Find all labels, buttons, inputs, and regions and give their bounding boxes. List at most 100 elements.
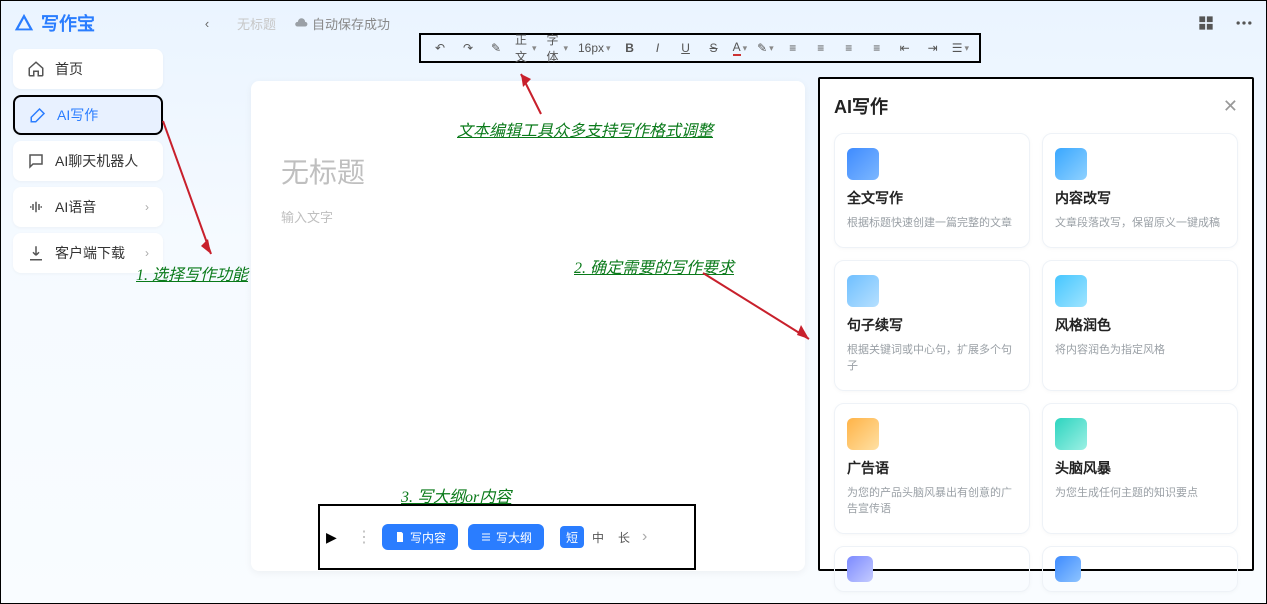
font-family-select[interactable]: 字体▾ [547,31,569,65]
card-desc: 为您的产品头脑风暴出有创意的广告宣传语 [847,486,1017,517]
sidebar-item-label: AI语音 [55,197,96,217]
select-label: 16px [578,41,604,55]
card-title: 头脑风暴 [1055,458,1225,478]
ai-card-extra-2[interactable] [1042,546,1238,592]
font-size-select[interactable]: 16px▾ [578,41,611,55]
chevron-right-icon: › [145,246,149,260]
button-label: 写大纲 [496,529,532,546]
sidebar-item-ai-voice[interactable]: AI语音 › [13,187,163,227]
length-long[interactable]: 长 [612,526,636,548]
select-label: 字体 [547,31,562,65]
underline-button[interactable]: U [677,41,695,55]
cloud-icon [294,16,308,30]
align-right-button[interactable]: ≡ [840,41,858,55]
button-label: 写内容 [410,529,446,546]
annotation-editor-tip: 文本编辑工具众多支持写作格式调整 [457,117,713,141]
annotation-arrow-2 [701,271,821,351]
indent-decrease-button[interactable]: ⇤ [896,41,914,55]
chat-icon [27,152,45,170]
ai-card-rewrite[interactable]: 内容改写 文章段落改写，保留原义一键成稿 [1042,133,1238,248]
card-desc: 文章段落改写，保留原义一键成稿 [1055,216,1225,231]
highlight-color-button[interactable]: ✎▾ [757,41,774,55]
card-icon [1055,148,1087,180]
card-title: 全文写作 [847,188,1017,208]
align-justify-button[interactable]: ≡ [868,41,886,55]
italic-button[interactable]: I [649,41,667,55]
redo-button[interactable]: ↷ [459,41,477,55]
chevron-right-icon[interactable]: › [642,528,647,546]
sidebar-item-label: 客户端下载 [55,243,125,263]
write-outline-button[interactable]: 写大纲 [468,524,544,550]
card-icon [847,275,879,307]
ai-card-polish[interactable]: 风格润色 将内容润色为指定风格 [1042,260,1238,391]
sound-icon [27,198,45,216]
body-input[interactable]: 输入文字 [281,207,775,226]
sidebar: 首页 AI写作 AI聊天机器人 AI语音 › 客户端下载 › [13,49,163,279]
card-desc: 根据标题快速创建一篇完整的文章 [847,216,1017,231]
card-icon [1055,418,1087,450]
grid-icon[interactable] [1196,13,1216,33]
sidebar-item-home[interactable]: 首页 [13,49,163,89]
card-title: 句子续写 [847,315,1017,335]
pencil-icon [29,106,47,124]
write-content-button[interactable]: 写内容 [382,524,458,550]
card-icon [1055,275,1087,307]
expand-handle-icon[interactable]: ▶ [320,529,342,546]
card-icon [1055,556,1081,582]
chevron-right-icon: › [145,200,149,214]
align-left-button[interactable]: ≡ [784,41,802,55]
close-icon[interactable]: ✕ [1223,96,1238,117]
card-title: 广告语 [847,458,1017,478]
compose-bar: ▶ ⋮ 写内容 写大纲 短 中 长 › [318,504,696,570]
annotation-step3: 3. 写大纲or内容 [401,483,511,507]
card-icon [847,556,873,582]
app-logo: 写作宝 [13,10,95,36]
ai-card-brainstorm[interactable]: 头脑风暴 为您生成任何主题的知识要点 [1042,403,1238,534]
doc-tab[interactable]: 无标题 [237,14,276,33]
length-mid[interactable]: 中 [586,526,610,548]
text-color-button[interactable]: A▾ [733,40,748,56]
more-icon[interactable] [1234,13,1254,33]
back-button[interactable]: ‹ [195,11,219,35]
ai-card-slogan[interactable]: 广告语 为您的产品头脑风暴出有创意的广告宣传语 [834,403,1030,534]
length-segmented: 短 中 长 › [560,526,647,548]
autosave-status: 自动保存成功 [294,14,390,33]
list-icon [480,531,492,543]
format-painter-button[interactable]: ✎ [487,41,505,55]
card-desc: 根据关键词或中心句，扩展多个句子 [847,343,1017,374]
align-center-button[interactable]: ≡ [812,41,830,55]
ai-card-continue[interactable]: 句子续写 根据关键词或中心句，扩展多个句子 [834,260,1030,391]
ai-panel: AI写作 ✕ 全文写作 根据标题快速创建一篇完整的文章 内容改写 文章段落改写，… [818,77,1254,571]
annotation-arrow-toolbar [511,69,551,119]
paragraph-style-select[interactable]: 正文▾ [515,31,537,65]
header-middle: ‹ 无标题 自动保存成功 [195,11,390,35]
home-icon [27,60,45,78]
header-right [1196,13,1254,33]
sidebar-item-label: AI写作 [57,105,98,125]
bold-button[interactable]: B [621,41,639,55]
length-short[interactable]: 短 [560,526,584,548]
card-desc: 将内容润色为指定风格 [1055,343,1225,358]
download-icon [27,244,45,262]
strike-button[interactable]: S [705,41,723,55]
more-vert-icon[interactable]: ⋮ [356,527,372,547]
title-input[interactable]: 无标题 [281,151,775,191]
card-title: 内容改写 [1055,188,1225,208]
autosave-text: 自动保存成功 [312,14,390,33]
sidebar-item-label: AI聊天机器人 [55,151,138,171]
sidebar-item-ai-write[interactable]: AI写作 [13,95,163,135]
ai-card-full-write[interactable]: 全文写作 根据标题快速创建一篇完整的文章 [834,133,1030,248]
doc-icon [394,531,406,543]
annotation-step1: 1. 选择写作功能 [136,261,248,285]
ai-card-grid: 全文写作 根据标题快速创建一篇完整的文章 内容改写 文章段落改写，保留原义一键成… [834,133,1238,592]
card-title: 风格润色 [1055,315,1225,335]
ai-card-extra-1[interactable] [834,546,1030,592]
sidebar-item-ai-chat[interactable]: AI聊天机器人 [13,141,163,181]
select-label: 正文 [515,31,530,65]
undo-button[interactable]: ↶ [431,41,449,55]
logo-icon [13,12,35,34]
indent-increase-button[interactable]: ⇥ [924,41,942,55]
list-button[interactable]: ☰▾ [952,41,969,55]
ai-panel-title: AI写作 [834,93,888,119]
app-name: 写作宝 [41,10,95,36]
